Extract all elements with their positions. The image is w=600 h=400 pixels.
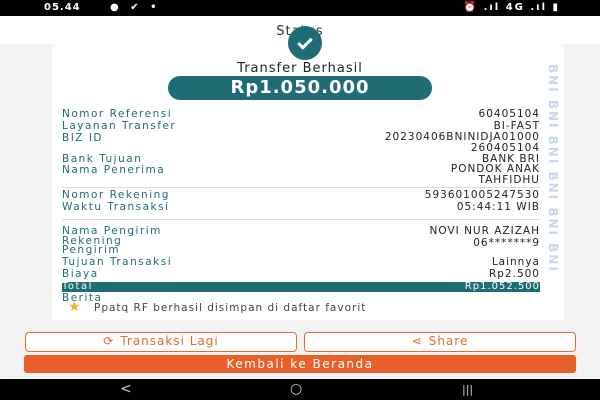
detail-value: 05:44:11 WIB: [456, 201, 540, 213]
detail-value: 06*******9: [473, 237, 540, 249]
nav-home-icon[interactable]: ○: [290, 381, 302, 397]
total-label: Total: [62, 281, 93, 292]
detail-label: Nomor Rekening: [62, 189, 170, 201]
transfer-status-title: Transfer Berhasil: [237, 61, 363, 76]
detail-value: 593601005247530: [424, 189, 540, 201]
repeat-transaction-label: Transaksi Lagi: [120, 334, 219, 348]
detail-value: 60405104: [478, 108, 540, 120]
detail-label: Rekening Pengirim: [62, 235, 123, 256]
nav-recent-icon[interactable]: |||: [462, 383, 473, 396]
favorite-notice: ★ Ppatq RF berhasil disimpan di daftar f…: [68, 299, 538, 315]
total-row: Total Rp1.052.500: [62, 282, 540, 292]
repeat-transaction-button[interactable]: ⟳ Transaksi Lagi: [25, 332, 297, 352]
share-label: Share: [428, 334, 469, 348]
detail-value: NOVI NUR AZIZAH: [429, 225, 540, 237]
favorite-message: Ppatq RF berhasil disimpan di daftar fav…: [94, 302, 367, 314]
divider: [62, 187, 540, 188]
detail-value: PONDOK ANAK TAHFIDHU: [450, 163, 540, 186]
system-status-bar: 05.44 ● ✔ • ⏰ .ıl 4G .ıl ▮: [0, 0, 600, 16]
detail-label: Layanan Transfer: [62, 120, 177, 132]
share-icon: ⋖: [411, 334, 423, 348]
detail-value: 20230406BNINIDJA01000 260405104: [384, 131, 540, 154]
detail-label: Biaya: [62, 268, 99, 280]
clock: 05.44: [44, 2, 81, 13]
detail-label: Tujuan Transaksi: [62, 256, 173, 268]
notification-icons: ● ✔ •: [110, 2, 161, 13]
detail-label: BIZ ID: [62, 132, 104, 144]
bni-watermark: BNI BNI BNI BNI BNI BNI: [544, 44, 562, 320]
detail-value: Lainnya: [491, 256, 540, 268]
nav-back-icon[interactable]: <: [120, 381, 132, 397]
share-button[interactable]: ⋖ Share: [304, 332, 576, 352]
detail-label: Nomor Referensi: [62, 108, 173, 120]
system-navigation-bar: < ○ |||: [0, 379, 600, 400]
transfer-amount: Rp1.050.000: [168, 76, 432, 100]
signal-battery-icons: ⏰ .ıl 4G .ıl ▮: [463, 2, 560, 13]
total-value: Rp1.052.500: [464, 281, 540, 292]
divider: [62, 219, 540, 220]
success-check-icon: [288, 26, 322, 60]
detail-label: Waktu Transaksi: [62, 201, 170, 213]
detail-label: Nama Penerima: [62, 164, 166, 176]
star-icon: ★: [68, 299, 81, 315]
back-to-home-button[interactable]: Kembali ke Beranda: [24, 355, 576, 373]
refresh-icon: ⟳: [103, 334, 115, 348]
detail-value: Rp2.500: [488, 268, 540, 280]
watermark-text: BNI BNI BNI BNI BNI BNI: [546, 64, 560, 273]
back-to-home-label: Kembali ke Beranda: [226, 357, 374, 371]
